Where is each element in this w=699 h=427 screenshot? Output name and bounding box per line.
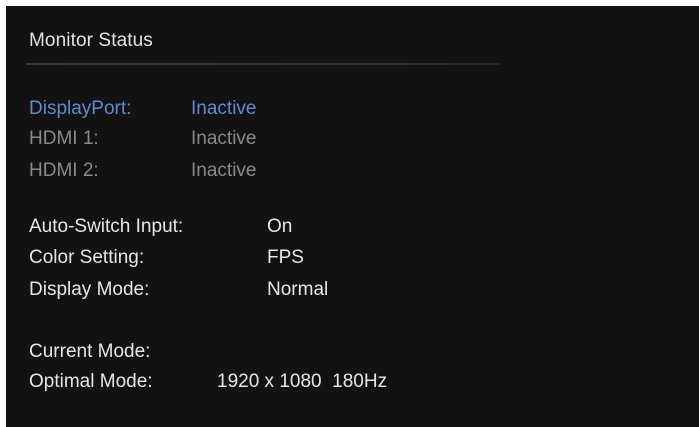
setting-value: On [267,216,293,237]
input-label: DisplayPort: [29,98,132,119]
input-status: Inactive [191,128,257,149]
input-label: HDMI 1: [29,128,99,149]
optimal-mode-label: Optimal Mode: [29,371,153,392]
panel-title: Monitor Status [29,30,153,51]
monitor-status-panel: Monitor Status DisplayPort: Inactive HDM… [6,6,699,427]
setting-value: Normal [267,279,329,300]
setting-label: Color Setting: [29,247,145,268]
optimal-mode-value: 1920 x 1080 180Hz [217,371,388,392]
setting-label: Display Mode: [29,279,150,300]
title-divider [26,63,501,65]
setting-label: Auto-Switch Input: [29,216,184,237]
input-status: Inactive [191,98,257,119]
current-mode-label: Current Mode: [29,341,151,362]
input-status: Inactive [191,160,257,181]
input-label: HDMI 2: [29,160,99,181]
setting-value: FPS [267,247,304,268]
